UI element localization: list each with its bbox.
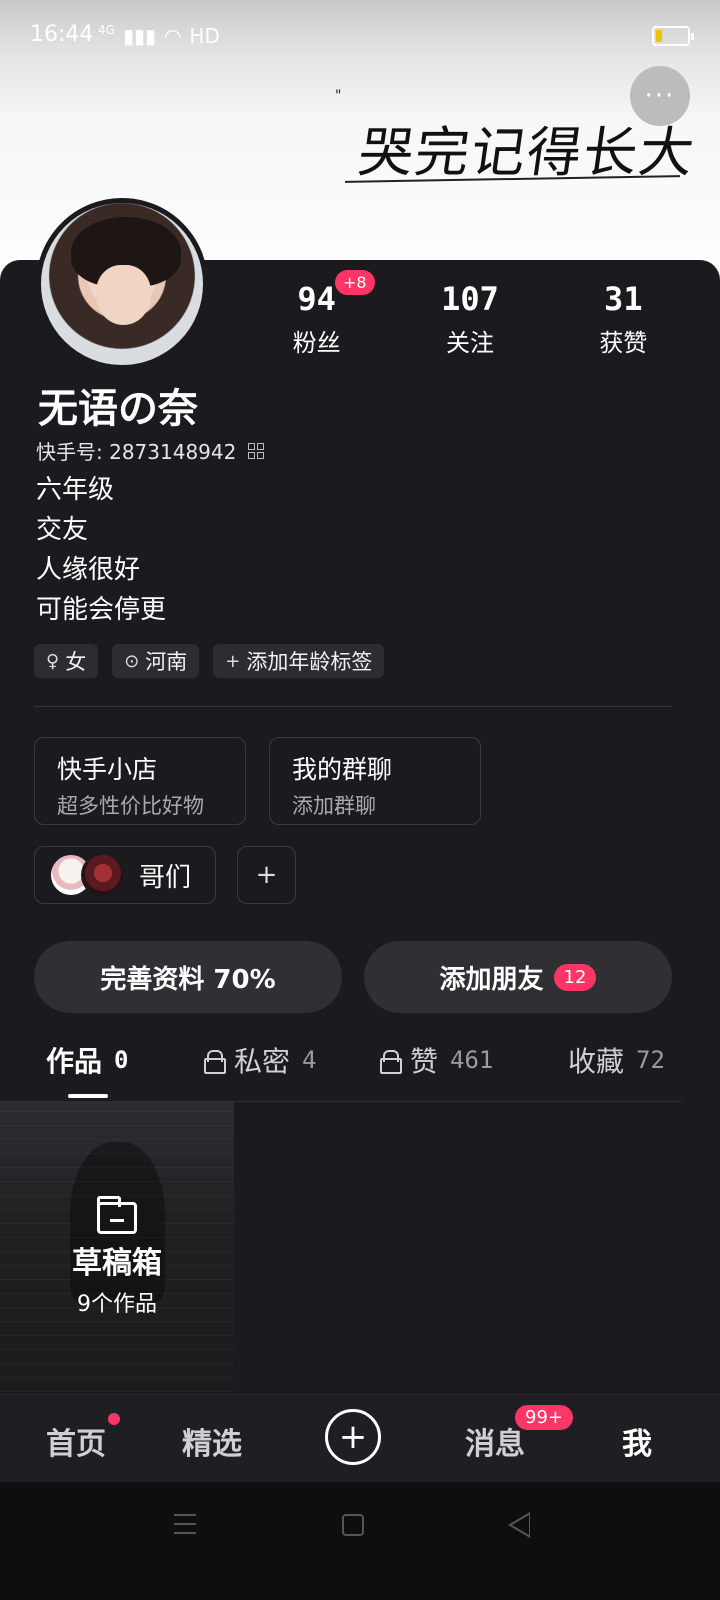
folder-icon <box>97 1196 137 1234</box>
plus-icon: + <box>338 1417 368 1457</box>
tag-gender-label: 女 <box>65 650 87 674</box>
stat-followers[interactable]: 94 粉丝 +8 <box>240 270 393 358</box>
shop-subtitle: 超多性价比好物 <box>57 794 204 818</box>
following-count: 107 <box>441 280 499 318</box>
more-dots-icon: ··· <box>644 81 676 111</box>
tag-add-age-label: 添加年龄标签 <box>246 650 373 674</box>
home-icon[interactable] <box>342 1514 364 1536</box>
hd-label: HD <box>189 24 220 48</box>
divider <box>34 706 672 707</box>
nav-home-dot <box>108 1413 120 1425</box>
tag-location[interactable]: ⊙ 河南 <box>112 644 200 678</box>
profile-name: 无语の奈 <box>38 386 198 432</box>
tab-liked[interactable]: 赞 461 <box>380 1040 493 1080</box>
status-bar: 16:44 4G ▮▮▮ ◠ HD <box>0 0 720 70</box>
shop-title: 快手小店 <box>57 755 158 784</box>
bio-line: 交友 <box>36 515 89 545</box>
tag-location-label: 河南 <box>145 650 188 674</box>
more-options-button[interactable]: ··· <box>630 66 690 126</box>
draft-subtitle: 9个作品 <box>77 1292 157 1317</box>
status-time: 16:44 <box>30 22 94 47</box>
draft-label-group: 草稿箱 9个作品 <box>0 1196 234 1318</box>
nav-messages[interactable]: 消息 <box>465 1419 525 1463</box>
likes-label: 获赞 <box>599 329 648 358</box>
complete-profile-label: 完善资料 70% <box>100 964 276 995</box>
status-icons: 4G ▮▮▮ ◠ HD <box>98 23 220 48</box>
tag-gender[interactable]: ♀ 女 <box>34 644 99 678</box>
tab-private-count: 4 <box>302 1046 317 1074</box>
following-label: 关注 <box>445 329 494 358</box>
tab-favorites-count: 72 <box>636 1046 665 1074</box>
active-tab-indicator <box>68 1094 108 1098</box>
tab-private[interactable]: 私密 4 <box>204 1040 316 1080</box>
messages-badge: 99+ <box>515 1405 573 1430</box>
add-friends-label: 添加朋友 <box>439 964 544 995</box>
bio-line: 可能会停更 <box>36 595 167 625</box>
group-chat-subtitle: 添加群聊 <box>292 794 376 818</box>
tab-works-label: 作品 <box>46 1045 103 1078</box>
nav-me[interactable]: 我 <box>622 1419 652 1463</box>
group-entry[interactable]: 哥们 <box>34 846 216 904</box>
qr-code-icon[interactable] <box>248 442 265 459</box>
lock-icon <box>380 1050 402 1074</box>
avatar[interactable] <box>36 198 208 370</box>
complete-profile-button[interactable]: 完善资料 70% <box>34 941 342 1013</box>
add-friends-button[interactable]: 添加朋友 12 <box>364 941 672 1013</box>
tab-favorites[interactable]: 收藏 72 <box>568 1040 665 1080</box>
stats-row: 94 粉丝 +8 107 关注 31 获赞 <box>240 270 700 358</box>
stat-following[interactable]: 107 关注 <box>393 280 546 358</box>
tab-liked-count: 461 <box>450 1046 494 1074</box>
tab-works-count: 0 <box>114 1046 129 1074</box>
tab-works[interactable]: 作品 0 <box>46 1040 128 1080</box>
kuaishou-id[interactable]: 快手号: 2873148942 <box>36 436 265 465</box>
menu-icon[interactable] <box>174 1514 196 1534</box>
group-avatar <box>81 853 125 897</box>
kuaishou-shop-button[interactable]: 快手小店 超多性价比好物 <box>34 737 246 825</box>
add-group-button[interactable]: + <box>237 846 296 904</box>
lock-icon <box>204 1050 226 1074</box>
nav-home[interactable]: 首页 <box>46 1419 106 1463</box>
followers-label: 粉丝 <box>292 329 341 358</box>
draft-box-tile[interactable]: 草稿箱 9个作品 <box>0 1102 234 1392</box>
create-post-button[interactable]: + <box>325 1409 381 1465</box>
group-label: 哥们 <box>139 862 192 893</box>
tab-liked-label: 赞 <box>410 1045 439 1078</box>
content-tabs: 作品 0 私密 4 赞 461 收藏 72 <box>0 1040 720 1100</box>
back-icon[interactable] <box>508 1512 530 1538</box>
plus-icon: + <box>225 650 241 672</box>
profile-bio: 六年级 交友 人缘很好 可能会停更 <box>36 470 166 630</box>
banner-quote-mark: " <box>335 88 342 104</box>
battery-icon <box>652 26 694 46</box>
kuaishou-id-text: 快手号: 2873148942 <box>36 440 237 464</box>
plus-icon: + <box>255 860 278 890</box>
tab-favorites-label: 收藏 <box>568 1045 625 1078</box>
system-navigation-bar <box>0 1482 720 1600</box>
nav-featured[interactable]: 精选 <box>182 1419 242 1463</box>
bottom-navigation: 首页 精选 + 消息 99+ 我 <box>0 1394 720 1482</box>
bio-line: 人缘很好 <box>36 555 141 585</box>
stat-likes[interactable]: 31 获赞 <box>547 280 700 358</box>
location-pin-icon: ⊙ <box>124 650 140 672</box>
profile-tags: ♀ 女 ⊙ 河南 + 添加年龄标签 <box>34 644 385 678</box>
gender-female-icon: ♀ <box>46 650 60 672</box>
group-chat-title: 我的群聊 <box>292 755 393 784</box>
signal-icon: 4G <box>98 23 115 37</box>
bio-line: 六年级 <box>36 475 115 505</box>
likes-count: 31 <box>604 280 643 318</box>
add-friends-badge: 12 <box>553 963 597 991</box>
tag-add-age[interactable]: + 添加年龄标签 <box>213 644 385 678</box>
signal-bars-icon: ▮▮▮ <box>122 24 156 48</box>
group-chat-button[interactable]: 我的群聊 添加群聊 <box>269 737 481 825</box>
followers-new-badge: +8 <box>335 270 375 295</box>
wifi-icon: ◠ <box>163 24 182 48</box>
tab-private-label: 私密 <box>234 1045 291 1078</box>
draft-title: 草稿箱 <box>72 1246 162 1281</box>
